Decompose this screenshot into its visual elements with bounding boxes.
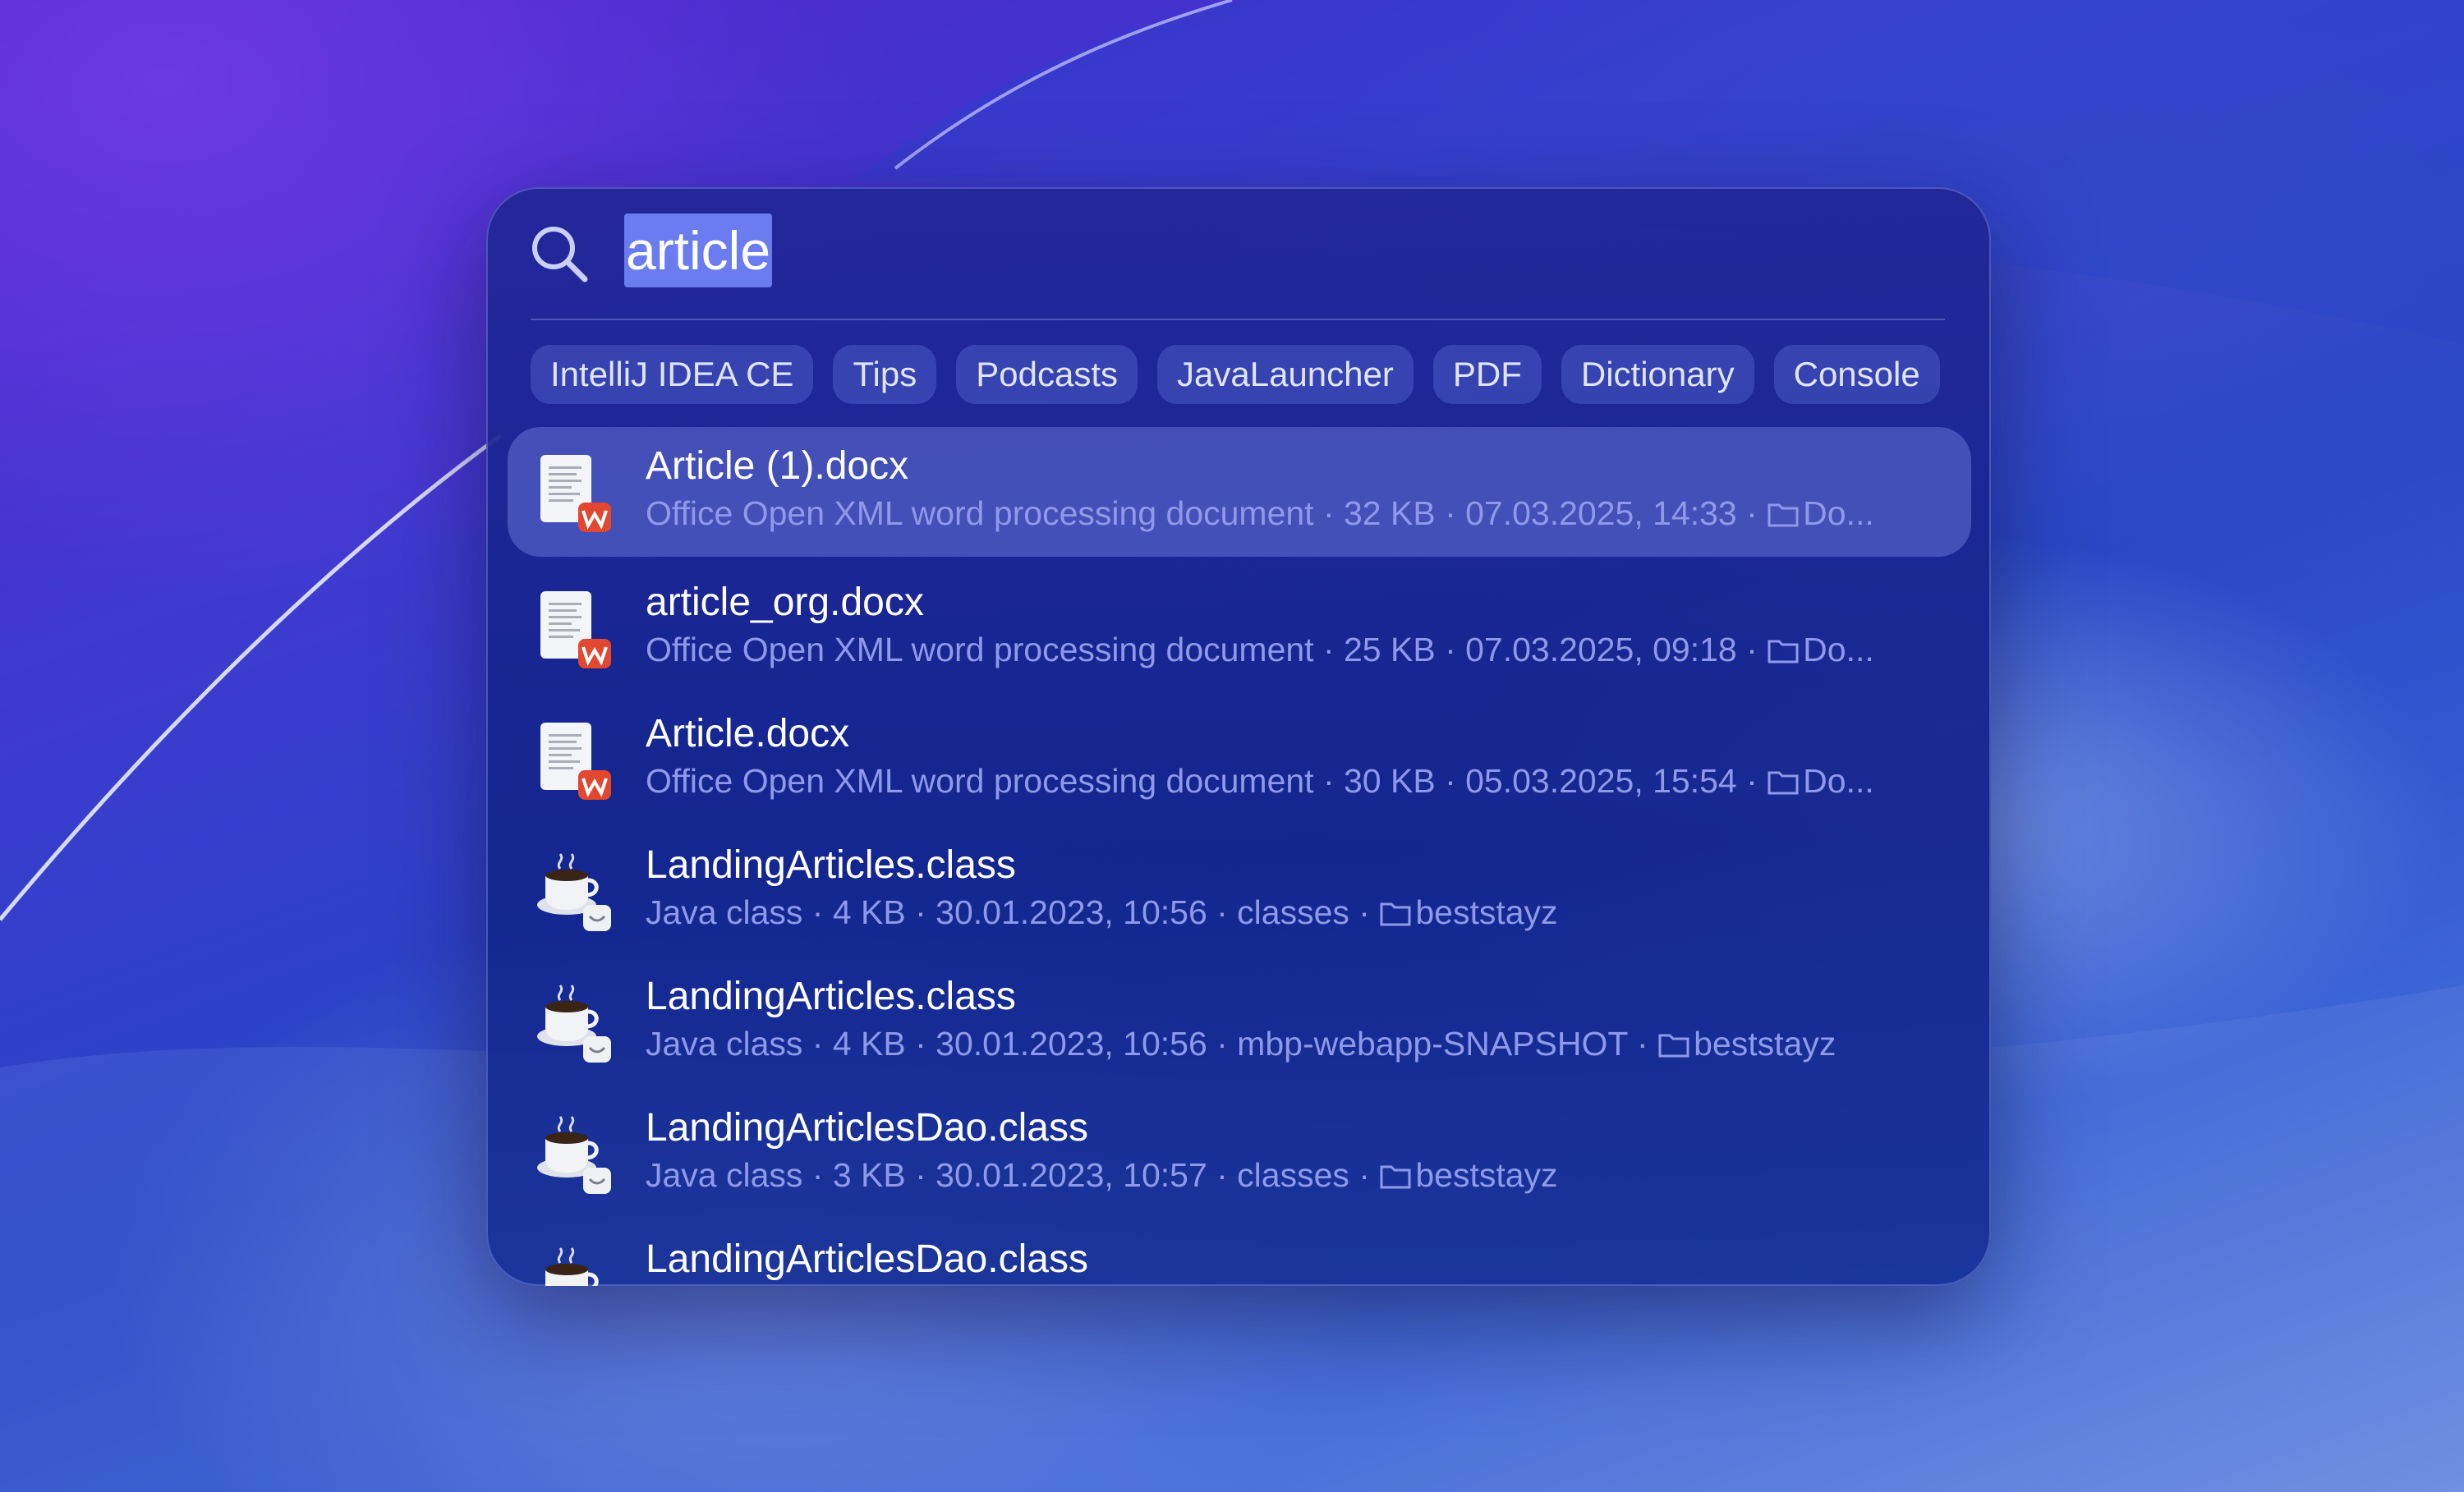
docx-icon (540, 591, 611, 668)
result-meta: Java class · 4 KB · 30.01.2023, 10:56 · … (646, 1025, 1837, 1063)
result-meta: Office Open XML word processing document… (646, 631, 1874, 668)
result-meta: Office Open XML word processing document… (646, 494, 1874, 532)
folder-icon (1768, 503, 1799, 527)
java-class-icon (545, 1247, 599, 1286)
result-row[interactable]: LandingArticlesDao.class Java class · 3 … (508, 1089, 1971, 1220)
result-meta: Java class · 3 KB · 30.01.2023, 10:57 · … (646, 1156, 1558, 1194)
result-meta: Office Open XML word processing document… (646, 762, 1874, 800)
folder-icon (1658, 1034, 1689, 1058)
result-title: Article (1).docx (646, 444, 909, 488)
docx-icon (540, 455, 611, 532)
result-row[interactable]: Article.docx Office Open XML word proces… (508, 695, 1971, 826)
search-bar[interactable]: article (486, 187, 1991, 319)
results-list: Article (1).docx Office Open XML word pr… (508, 427, 1971, 1286)
result-title: Article.docx (646, 712, 850, 755)
chip-podcasts[interactable]: Podcasts (956, 345, 1138, 404)
divider (531, 319, 1945, 320)
chip-tips[interactable]: Tips (833, 345, 937, 404)
search-icon (532, 227, 588, 282)
search-query-input[interactable]: article (624, 213, 773, 287)
chip-dictionary[interactable]: Dictionary (1561, 345, 1754, 404)
folder-icon (1380, 1165, 1411, 1189)
result-meta: Java class · 4 KB · 30.01.2023, 10:56 · … (646, 893, 1558, 931)
result-title: article_org.docx (646, 581, 924, 624)
result-row[interactable]: LandingArticles.class Java class · 4 KB … (508, 957, 1971, 1089)
result-row[interactable]: article_org.docx Office Open XML word pr… (508, 563, 1971, 695)
category-chips: IntelliJ IDEA CE Tips Podcasts JavaLaunc… (531, 345, 1991, 411)
result-title: LandingArticlesDao.class (646, 1237, 1088, 1281)
result-row[interactable]: Article (1).docx Office Open XML word pr… (508, 427, 1971, 557)
result-title: LandingArticles.class (646, 975, 1016, 1018)
result-title: LandingArticlesDao.class (646, 1106, 1088, 1150)
java-class-icon (537, 853, 611, 931)
folder-icon (1380, 902, 1411, 926)
chip-javalauncher[interactable]: JavaLauncher (1157, 345, 1414, 404)
docx-icon (540, 723, 611, 800)
folder-icon (1768, 771, 1799, 795)
result-row[interactable]: LandingArticlesDao.class (508, 1220, 1971, 1286)
folder-icon (1768, 640, 1799, 663)
spotlight-panel: article IntelliJ IDEA CE Tips Podcasts J… (486, 187, 1991, 1286)
chip-console[interactable]: Console (1773, 345, 1940, 404)
chip-pdf[interactable]: PDF (1432, 345, 1542, 404)
result-row[interactable]: LandingArticles.class Java class · 4 KB … (508, 826, 1971, 957)
result-title: LandingArticles.class (646, 843, 1016, 887)
java-class-icon (537, 1116, 611, 1194)
java-class-icon (537, 985, 611, 1063)
chip-intellij-idea-ce[interactable]: IntelliJ IDEA CE (531, 345, 814, 404)
